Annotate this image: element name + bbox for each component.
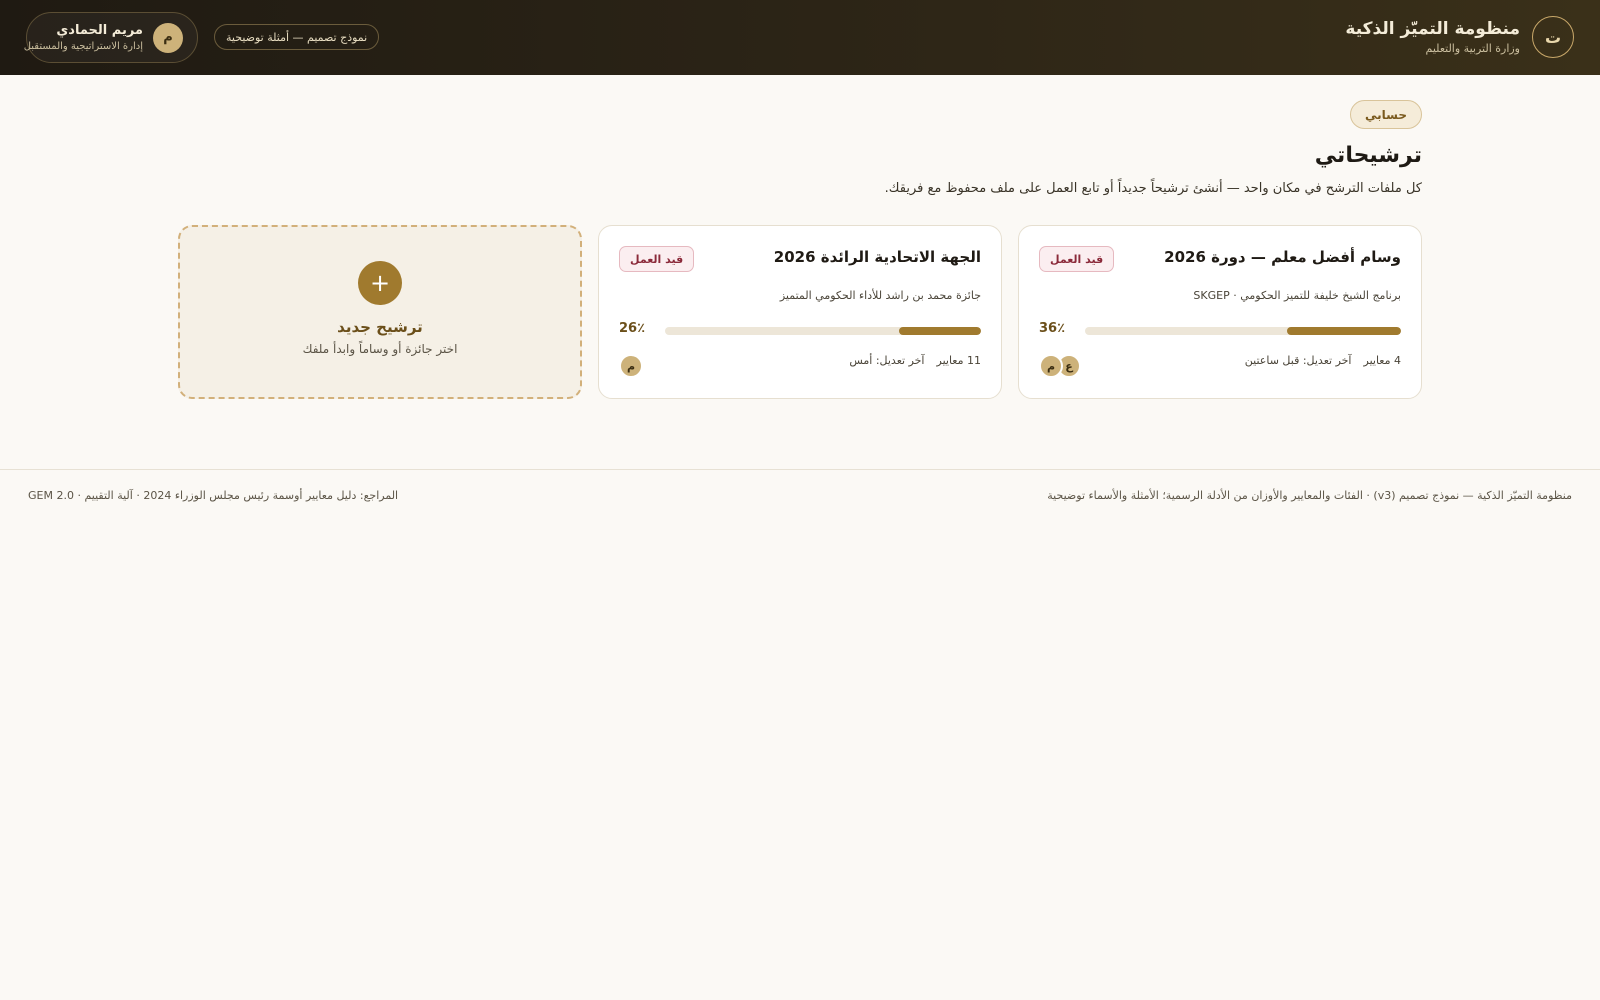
- user-department: إدارة الاستراتيجية والمستقبل: [23, 41, 143, 52]
- brand-text: منظومة التميّز الذكية وزارة التربية والت…: [1345, 19, 1520, 55]
- brand-logo-icon: ت: [1532, 16, 1574, 58]
- progress-bar: [1085, 327, 1401, 335]
- progress-percent: 36٪: [1039, 321, 1066, 336]
- nomination-meta: 4 معايير آخر تعديل: قبل ساعتين: [1245, 354, 1401, 367]
- nomination-card[interactable]: الجهة الاتحادية الرائدة 2026 قيد العمل ج…: [598, 225, 1002, 399]
- new-nomination-subtitle: اختر جائزة أو وساماً وابدأ ملفك: [302, 341, 458, 356]
- brand[interactable]: ت منظومة التميّز الذكية وزارة التربية وا…: [1345, 14, 1574, 60]
- criteria-count: 11 معايير: [936, 354, 982, 367]
- top-bar: ت منظومة التميّز الذكية وزارة التربية وا…: [0, 0, 1600, 75]
- app-subtitle: وزارة التربية والتعليم: [1425, 42, 1520, 55]
- user-text: مريم الحمادي إدارة الاستراتيجية والمستقب…: [24, 23, 143, 52]
- status-badge: قيد العمل: [619, 246, 695, 272]
- criteria-count: 4 معايير: [1363, 354, 1402, 367]
- nomination-title: الجهة الاتحادية الرائدة 2026: [773, 248, 981, 266]
- page-title: ترشيحاتي: [1314, 143, 1422, 168]
- progress-fill: [1287, 327, 1401, 335]
- nomination-meta: 11 معايير آخر تعديل: أمس: [849, 354, 981, 367]
- team-avatar: م: [1039, 354, 1063, 378]
- status-badge: قيد العمل: [1039, 246, 1115, 272]
- nomination-program: جائزة محمد بن راشد للأداء الحكومي المتمي…: [779, 289, 981, 302]
- last-edited: آخر تعديل: قبل ساعتين: [1244, 354, 1352, 367]
- new-nomination-button[interactable]: + ترشيح جديد اختر جائزة أو وساماً وابدأ …: [178, 225, 582, 399]
- footer-divider: [0, 469, 1600, 470]
- progress-percent: 26٪: [619, 321, 646, 336]
- user-avatar: م: [153, 22, 183, 53]
- nomination-program: برنامج الشيخ خليفة للتميز الحكومي · SKGE…: [1193, 289, 1401, 302]
- footer-references: المراجع: دليل معايير أوسمة رئيس مجلس الو…: [28, 489, 399, 502]
- team-avatars: م ع: [1039, 354, 1081, 378]
- nomination-title: وسام أفضل معلم — دورة 2026: [1164, 248, 1401, 266]
- new-nomination-title: ترشيح جديد: [337, 317, 423, 336]
- app-title: منظومة التميّز الذكية: [1345, 19, 1520, 39]
- breadcrumb-my-account[interactable]: حسابي: [1349, 100, 1422, 129]
- team-avatars: م: [619, 354, 643, 378]
- footer-credits: منظومة التميّز الذكية — نموذج تصميم (v3)…: [1047, 489, 1572, 502]
- plus-icon: +: [358, 260, 402, 305]
- progress-bar: [665, 327, 981, 335]
- last-edited: آخر تعديل: أمس: [849, 354, 925, 367]
- user-menu[interactable]: م مريم الحمادي إدارة الاستراتيجية والمست…: [24, 12, 198, 63]
- team-avatar: م: [619, 354, 643, 378]
- demo-badge: نموذج تصميم — أمثلة توضيحية: [214, 24, 380, 50]
- page-description: كل ملفات الترشح في مكان واحد — أنشئ ترشي…: [884, 181, 1422, 196]
- progress-fill: [898, 327, 981, 335]
- nomination-card[interactable]: وسام أفضل معلم — دورة 2026 قيد العمل برن…: [1018, 225, 1422, 399]
- user-name: مريم الحمادي: [56, 23, 143, 38]
